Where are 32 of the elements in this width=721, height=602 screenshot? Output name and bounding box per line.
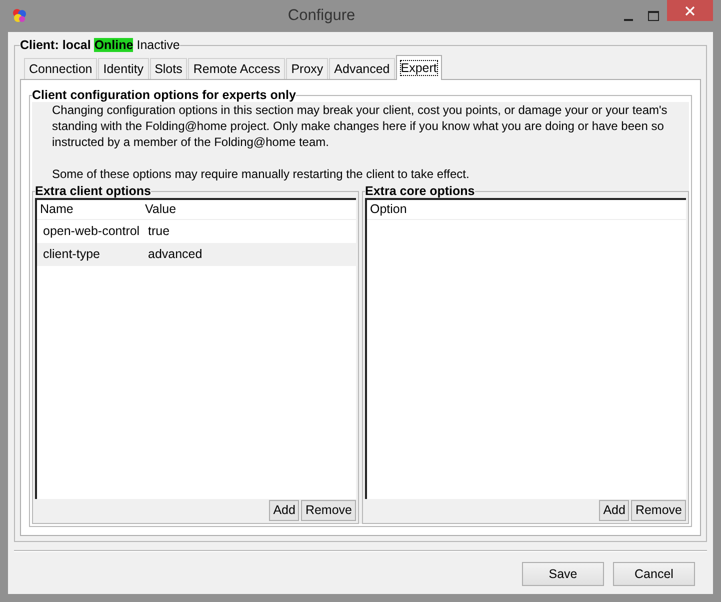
maximize-icon [648, 10, 660, 22]
tab[interactable]: Remote Access [188, 58, 286, 79]
info-paragraph: Changing configuration options in this section may break your client, cost you points, or damage your or your team's standing with the Folding@home project. Only make changes here if you know what you are doing or have been so instructed by a member of the Folding@home team. [51, 102, 668, 150]
tab[interactable]: Slots [150, 58, 188, 79]
close-icon [685, 6, 695, 16]
table-row[interactable]: client-type advanced [37, 243, 356, 266]
section-title: Client configuration options for experts only [32, 88, 296, 102]
group-title: Extra client options [35, 184, 151, 198]
close-button[interactable] [667, 0, 713, 21]
column-header[interactable]: Name [37, 200, 142, 219]
tab[interactable]: Expert [396, 55, 442, 80]
minimize-icon [624, 19, 632, 21]
cancel-button[interactable]: Cancel [613, 562, 695, 586]
save-button[interactable]: Save [522, 562, 604, 586]
table-row[interactable]: open-web-control true [37, 220, 356, 243]
option-button[interactable]: Add [269, 500, 300, 521]
option-button[interactable]: Remove [631, 500, 686, 521]
app-logo-icon [10, 7, 28, 25]
column-header[interactable]: Value [142, 200, 176, 219]
tab[interactable]: Advanced [329, 58, 395, 79]
option-button[interactable]: Add [599, 500, 630, 521]
group-title: Extra core options [365, 184, 475, 198]
client-label: Client: local [20, 38, 91, 52]
info-paragraph: Some of these options may require manually restarting the client to take effect. [51, 166, 470, 182]
tab[interactable]: Identity [98, 58, 149, 79]
tab[interactable]: Proxy [286, 58, 328, 79]
option-button[interactable]: Remove [301, 500, 356, 521]
state-label: Inactive [136, 38, 180, 52]
tab[interactable]: Connection [24, 58, 98, 79]
column-header[interactable]: Option [367, 200, 407, 219]
status-label: Online [94, 38, 134, 52]
window-title: Configure [286, 6, 356, 26]
